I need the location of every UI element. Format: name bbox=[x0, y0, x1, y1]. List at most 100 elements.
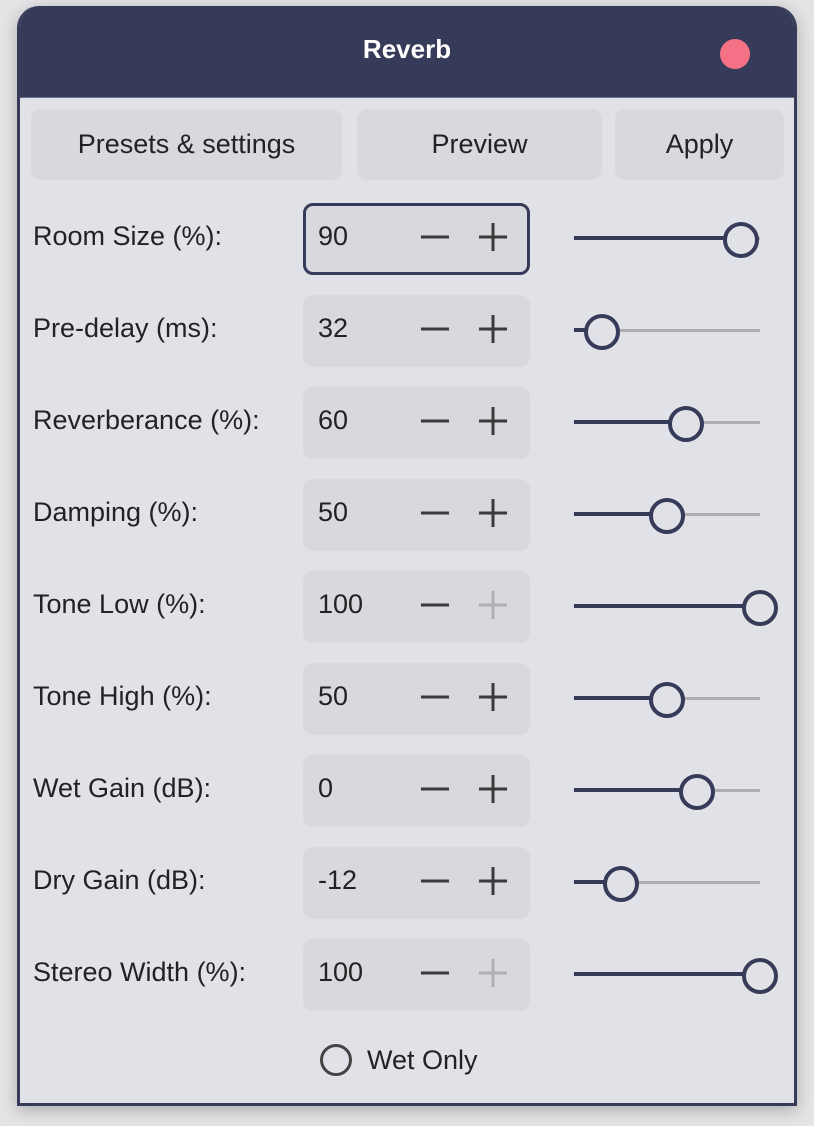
preview-button[interactable]: Preview bbox=[357, 109, 602, 180]
plus-icon bbox=[473, 493, 513, 533]
minus-icon bbox=[415, 953, 455, 993]
dry-gain-slider[interactable] bbox=[574, 847, 780, 919]
damping-slider[interactable] bbox=[574, 479, 780, 551]
stereo-width-spinbox[interactable]: 100 bbox=[303, 939, 530, 1011]
dry-gain-label: Dry Gain (dB): bbox=[33, 865, 206, 895]
tone-low-slider-fill bbox=[574, 604, 760, 608]
stereo-width-value[interactable]: 100 bbox=[318, 957, 363, 988]
room-size-slider[interactable] bbox=[574, 203, 780, 275]
minus-icon bbox=[415, 401, 455, 441]
param-row-pre-delay: Pre-delay (ms): 32 bbox=[20, 295, 794, 367]
pre-delay-slider[interactable] bbox=[574, 295, 780, 367]
reverberance-increment-button[interactable] bbox=[473, 401, 513, 441]
dry-gain-spinbox[interactable]: -12 bbox=[303, 847, 530, 919]
wet-gain-value[interactable]: 0 bbox=[318, 773, 333, 804]
plus-icon bbox=[473, 217, 513, 257]
plus-icon bbox=[473, 677, 513, 717]
tone-low-spinbox[interactable]: 100 bbox=[303, 571, 530, 643]
wet-gain-slider-thumb[interactable] bbox=[678, 774, 715, 810]
dry-gain-slider-thumb[interactable] bbox=[602, 866, 639, 902]
tone-low-value[interactable]: 100 bbox=[318, 589, 363, 620]
param-row-dry-gain: Dry Gain (dB): -12 bbox=[20, 847, 794, 919]
reverberance-label: Reverberance (%): bbox=[33, 405, 260, 435]
damping-spinbox[interactable]: 50 bbox=[303, 479, 530, 551]
plus-icon bbox=[473, 309, 513, 349]
plus-icon bbox=[473, 953, 513, 993]
reverberance-decrement-button[interactable] bbox=[415, 401, 455, 441]
presets-settings-button[interactable]: Presets & settings bbox=[31, 109, 342, 180]
pre-delay-slider-thumb[interactable] bbox=[583, 314, 620, 350]
close-button[interactable] bbox=[720, 39, 750, 69]
tone-low-increment-button bbox=[473, 585, 513, 625]
plus-icon bbox=[473, 585, 513, 625]
minus-icon bbox=[415, 585, 455, 625]
room-size-slider-fill bbox=[574, 236, 742, 240]
room-size-decrement-button[interactable] bbox=[415, 217, 455, 257]
minus-icon bbox=[415, 309, 455, 349]
tone-high-spinbox[interactable]: 50 bbox=[303, 663, 530, 735]
plus-icon bbox=[473, 769, 513, 809]
room-size-slider-thumb[interactable] bbox=[723, 222, 760, 258]
room-size-increment-button[interactable] bbox=[473, 217, 513, 257]
stereo-width-increment-button bbox=[473, 953, 513, 993]
wet-gain-decrement-button[interactable] bbox=[415, 769, 455, 809]
wet-only-checkbox[interactable]: Wet Only bbox=[320, 1044, 478, 1076]
tone-low-label: Tone Low (%): bbox=[33, 589, 206, 619]
dry-gain-increment-button[interactable] bbox=[473, 861, 513, 901]
wet-gain-increment-button[interactable] bbox=[473, 769, 513, 809]
plus-icon bbox=[473, 861, 513, 901]
pre-delay-decrement-button[interactable] bbox=[415, 309, 455, 349]
minus-icon bbox=[415, 493, 455, 533]
damping-value[interactable]: 50 bbox=[318, 497, 348, 528]
pre-delay-value[interactable]: 32 bbox=[318, 313, 348, 344]
wet-gain-label: Wet Gain (dB): bbox=[33, 773, 212, 803]
dry-gain-value[interactable]: -12 bbox=[318, 865, 357, 896]
tone-low-slider[interactable] bbox=[574, 571, 780, 643]
plus-icon bbox=[473, 401, 513, 441]
damping-label: Damping (%): bbox=[33, 497, 199, 527]
tone-high-slider-thumb[interactable] bbox=[649, 682, 685, 718]
tone-low-slider-thumb[interactable] bbox=[742, 590, 778, 626]
wet-only-label: Wet Only bbox=[367, 1044, 478, 1075]
damping-increment-button[interactable] bbox=[473, 493, 513, 533]
room-size-label: Room Size (%): bbox=[33, 221, 223, 251]
damping-decrement-button[interactable] bbox=[415, 493, 455, 533]
dry-gain-decrement-button[interactable] bbox=[415, 861, 455, 901]
param-row-room-size: Room Size (%): 90 bbox=[20, 203, 794, 275]
tone-high-value[interactable]: 50 bbox=[318, 681, 348, 712]
stereo-width-decrement-button[interactable] bbox=[415, 953, 455, 993]
pre-delay-spinbox[interactable]: 32 bbox=[303, 295, 530, 367]
minus-icon bbox=[415, 217, 455, 257]
window-title: Reverb bbox=[362, 34, 452, 64]
param-row-stereo-width: Stereo Width (%): 100 bbox=[20, 939, 794, 1011]
title-bar[interactable]: Reverb bbox=[20, 6, 794, 98]
reverberance-value[interactable]: 60 bbox=[318, 405, 348, 436]
param-row-tone-low: Tone Low (%): 100 bbox=[20, 571, 794, 643]
tone-low-decrement-button[interactable] bbox=[415, 585, 455, 625]
reverberance-spinbox[interactable]: 60 bbox=[303, 387, 530, 459]
room-size-spinbox[interactable]: 90 bbox=[303, 203, 530, 275]
room-size-value[interactable]: 90 bbox=[318, 221, 348, 252]
wet-gain-slider[interactable] bbox=[574, 755, 780, 827]
stereo-width-slider-thumb[interactable] bbox=[742, 958, 778, 994]
minus-icon bbox=[415, 769, 455, 809]
reverberance-slider-thumb[interactable] bbox=[667, 406, 704, 442]
tone-high-slider[interactable] bbox=[574, 663, 780, 735]
param-row-tone-high: Tone High (%): 50 bbox=[20, 663, 794, 735]
reverb-dialog: Reverb Presets & settings Preview Apply … bbox=[17, 6, 797, 1106]
pre-delay-increment-button[interactable] bbox=[473, 309, 513, 349]
apply-button[interactable]: Apply bbox=[615, 109, 784, 180]
wet-gain-spinbox[interactable]: 0 bbox=[303, 755, 530, 827]
tone-high-label: Tone High (%): bbox=[33, 681, 212, 711]
stereo-width-slider[interactable] bbox=[574, 939, 780, 1011]
minus-icon bbox=[415, 861, 455, 901]
tone-high-increment-button[interactable] bbox=[473, 677, 513, 717]
stereo-width-label: Stereo Width (%): bbox=[33, 957, 247, 987]
minus-icon bbox=[415, 677, 455, 717]
tone-high-decrement-button[interactable] bbox=[415, 677, 455, 717]
damping-slider-thumb[interactable] bbox=[649, 498, 685, 534]
reverberance-slider[interactable] bbox=[574, 387, 780, 459]
param-row-reverberance: Reverberance (%): 60 bbox=[20, 387, 794, 459]
wet-only-radio-icon[interactable] bbox=[320, 1044, 352, 1076]
param-row-wet-gain: Wet Gain (dB): 0 bbox=[20, 755, 794, 827]
